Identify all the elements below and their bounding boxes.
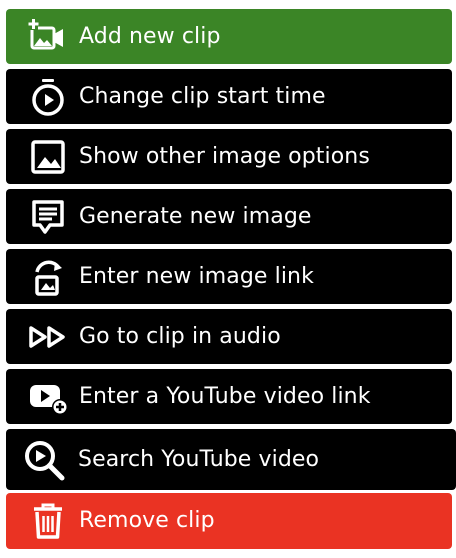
search-icon bbox=[20, 436, 68, 484]
generate-new-image-label: Generate new image bbox=[79, 203, 312, 229]
change-clip-start-time-label: Change clip start time bbox=[79, 83, 326, 109]
add-new-clip-button[interactable]: Add new clip bbox=[6, 9, 452, 64]
change-clip-start-time-button[interactable]: Change clip start time bbox=[6, 69, 452, 124]
remove-clip-button[interactable]: Remove clip bbox=[6, 493, 452, 549]
enter-new-image-link-button[interactable]: Enter new image link bbox=[6, 249, 452, 304]
enter-youtube-video-link-button[interactable]: Enter a YouTube video link bbox=[6, 369, 452, 424]
enter-youtube-video-link-label: Enter a YouTube video link bbox=[79, 383, 371, 409]
generate-new-image-button[interactable]: Generate new image bbox=[6, 189, 452, 244]
image-refresh-icon bbox=[26, 255, 70, 299]
remove-clip-label: Remove clip bbox=[79, 508, 215, 533]
add-new-clip-label: Add new clip bbox=[79, 23, 221, 49]
search-youtube-video-button[interactable]: Search YouTube video bbox=[6, 429, 456, 490]
enter-new-image-link-label: Enter new image link bbox=[79, 263, 314, 289]
youtube-add-icon bbox=[26, 375, 70, 419]
trash-icon bbox=[26, 499, 70, 543]
message-text-icon bbox=[26, 195, 70, 239]
stopwatch-icon bbox=[26, 75, 70, 119]
clip-actions-menu: Add new clip Change clip start time Show… bbox=[0, 0, 456, 558]
go-to-clip-in-audio-label: Go to clip in audio bbox=[79, 323, 281, 349]
fast-forward-icon bbox=[26, 315, 70, 359]
show-other-image-options-button[interactable]: Show other image options bbox=[6, 129, 452, 184]
image-icon bbox=[26, 135, 70, 179]
go-to-clip-in-audio-button[interactable]: Go to clip in audio bbox=[6, 309, 452, 364]
show-other-image-options-label: Show other image options bbox=[79, 143, 370, 169]
search-youtube-video-label: Search YouTube video bbox=[78, 446, 320, 472]
add-video-icon bbox=[26, 15, 70, 59]
